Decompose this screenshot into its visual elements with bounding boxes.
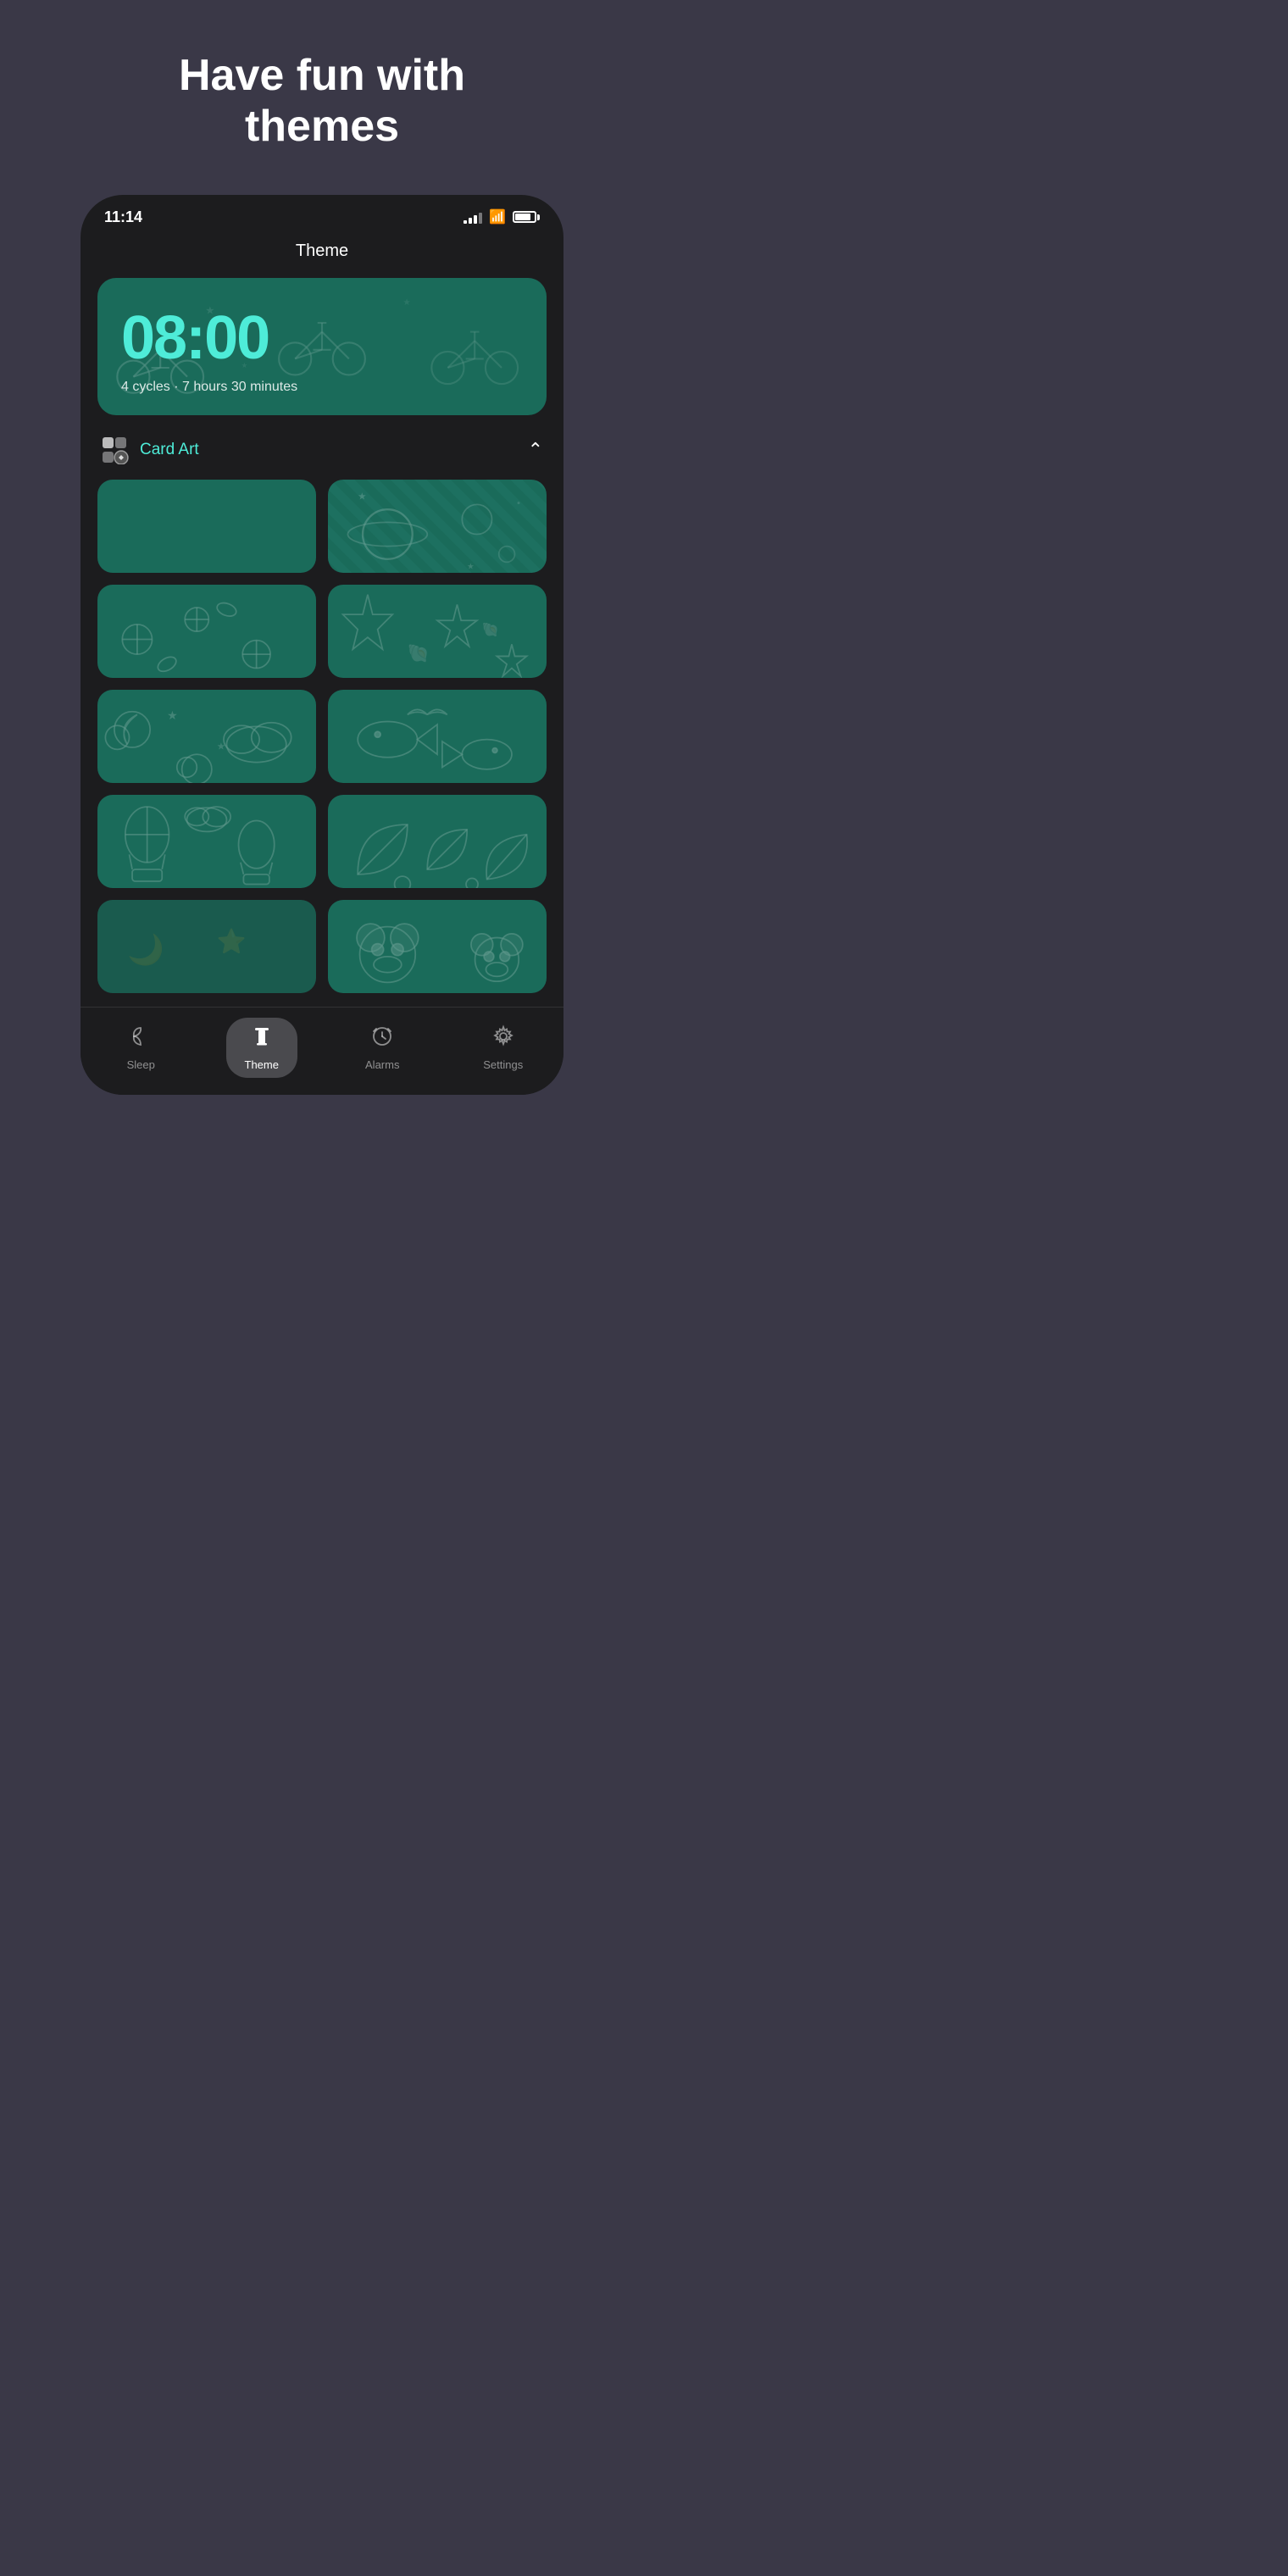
sleep-icon bbox=[129, 1024, 153, 1054]
nav-item-settings[interactable]: Settings bbox=[443, 1024, 564, 1071]
svg-text:🐚: 🐚 bbox=[482, 622, 499, 637]
settings-icon bbox=[491, 1024, 515, 1054]
card-item-extra1[interactable]: 🌙 ⭐ bbox=[97, 900, 316, 993]
card-item-stars[interactable]: 🐚 🐚 bbox=[328, 585, 547, 678]
nav-item-alarms[interactable]: Alarms bbox=[322, 1024, 443, 1071]
card-art-collapse-icon[interactable]: ⌃ bbox=[528, 439, 543, 461]
card-item-space[interactable]: ★ ★ ● bbox=[328, 480, 547, 573]
bottom-nav: Sleep Theme bbox=[80, 1007, 564, 1095]
card-item-animal[interactable] bbox=[328, 690, 547, 783]
nav-item-theme[interactable]: Theme bbox=[202, 1018, 323, 1078]
svg-text:★: ★ bbox=[358, 491, 367, 502]
card-art-section: Card Art ⌃ ★ ★ ● bbox=[97, 436, 547, 993]
alarm-card[interactable]: ★ ★ bbox=[97, 278, 547, 415]
card-art-header: Card Art ⌃ bbox=[97, 436, 547, 464]
card-item-balloon[interactable] bbox=[97, 795, 316, 888]
signal-icon bbox=[464, 210, 482, 224]
status-icons: 📶 bbox=[464, 208, 540, 225]
card-item-leaf[interactable] bbox=[328, 795, 547, 888]
phone-frame: 11:14 📶 Theme bbox=[80, 195, 564, 1095]
nav-active-pill: Theme bbox=[226, 1018, 297, 1078]
alarm-time: 08:00 bbox=[121, 303, 523, 373]
svg-text:⭐: ⭐ bbox=[217, 927, 247, 954]
card-art-icon bbox=[101, 436, 130, 464]
screen-content: Theme ★ ★ bbox=[80, 242, 564, 993]
card-item-panda[interactable] bbox=[328, 900, 547, 993]
screen-title: Theme bbox=[97, 242, 547, 261]
battery-icon bbox=[513, 211, 540, 223]
svg-text:●: ● bbox=[517, 500, 520, 506]
wifi-icon: 📶 bbox=[489, 208, 506, 225]
svg-text:★: ★ bbox=[467, 562, 474, 570]
nav-item-sleep[interactable]: Sleep bbox=[80, 1024, 202, 1071]
svg-text:★: ★ bbox=[167, 708, 178, 722]
svg-text:🐚: 🐚 bbox=[408, 644, 430, 663]
card-item-moon[interactable]: ★ ★ bbox=[97, 690, 316, 783]
card-grid: ★ ★ ● bbox=[97, 480, 547, 993]
card-item-floral[interactable] bbox=[97, 585, 316, 678]
nav-label-sleep: Sleep bbox=[127, 1058, 155, 1071]
alarm-subtitle: 4 cycles · 7 hours 30 minutes bbox=[121, 380, 523, 395]
card-item-plain[interactable] bbox=[97, 480, 316, 573]
alarms-icon bbox=[370, 1024, 394, 1054]
nav-label-settings: Settings bbox=[483, 1058, 523, 1071]
page-title: Have fun with themes bbox=[145, 51, 499, 153]
svg-text:🌙: 🌙 bbox=[127, 932, 164, 967]
card-art-label: Card Art bbox=[140, 441, 199, 459]
nav-label-alarms: Alarms bbox=[365, 1058, 399, 1071]
status-time: 11:14 bbox=[104, 208, 142, 226]
status-bar: 11:14 📶 bbox=[80, 195, 564, 233]
nav-label-theme: Theme bbox=[245, 1058, 279, 1071]
card-art-left: Card Art bbox=[101, 436, 199, 464]
theme-icon bbox=[250, 1024, 274, 1054]
